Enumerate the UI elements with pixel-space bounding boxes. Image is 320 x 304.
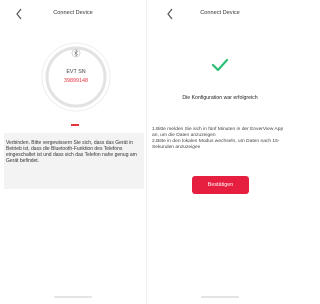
device-serial-number: 39899148 — [64, 78, 88, 84]
device-dial — [41, 42, 111, 112]
connect-device-screen-left: Connect Device EVT SN 39899148 Verbinden… — [0, 0, 146, 304]
bluetooth-icon — [71, 48, 81, 58]
connect-device-screen-right: Connect Device Die Konfiguration war erf… — [147, 0, 293, 304]
success-message: Die Konfiguration war erfolgreich — [182, 95, 258, 101]
device-sn-label: EVT SN — [66, 69, 86, 75]
home-indicator — [54, 296, 92, 298]
instruction-step: 2.Bitte in den lokalen Modus wechseln, u… — [152, 139, 280, 150]
page-title: Connect Device — [53, 10, 93, 16]
confirm-button[interactable]: Bestätigen — [192, 176, 249, 194]
instruction-step: 1.Bitte melden Sie sich in fünf Minuten … — [152, 127, 284, 138]
checkmark-icon — [211, 58, 229, 72]
page-title: Connect Device — [200, 10, 240, 16]
home-indicator — [201, 296, 239, 298]
header: Connect Device — [147, 6, 293, 26]
post-config-instructions: 1.Bitte melden Sie sich in fünf Minuten … — [152, 127, 290, 151]
header: Connect Device — [0, 6, 146, 26]
connection-instruction: Verbinden. Bitte vergewissern Sie sich, … — [6, 140, 137, 165]
progress-indicator — [71, 124, 79, 126]
